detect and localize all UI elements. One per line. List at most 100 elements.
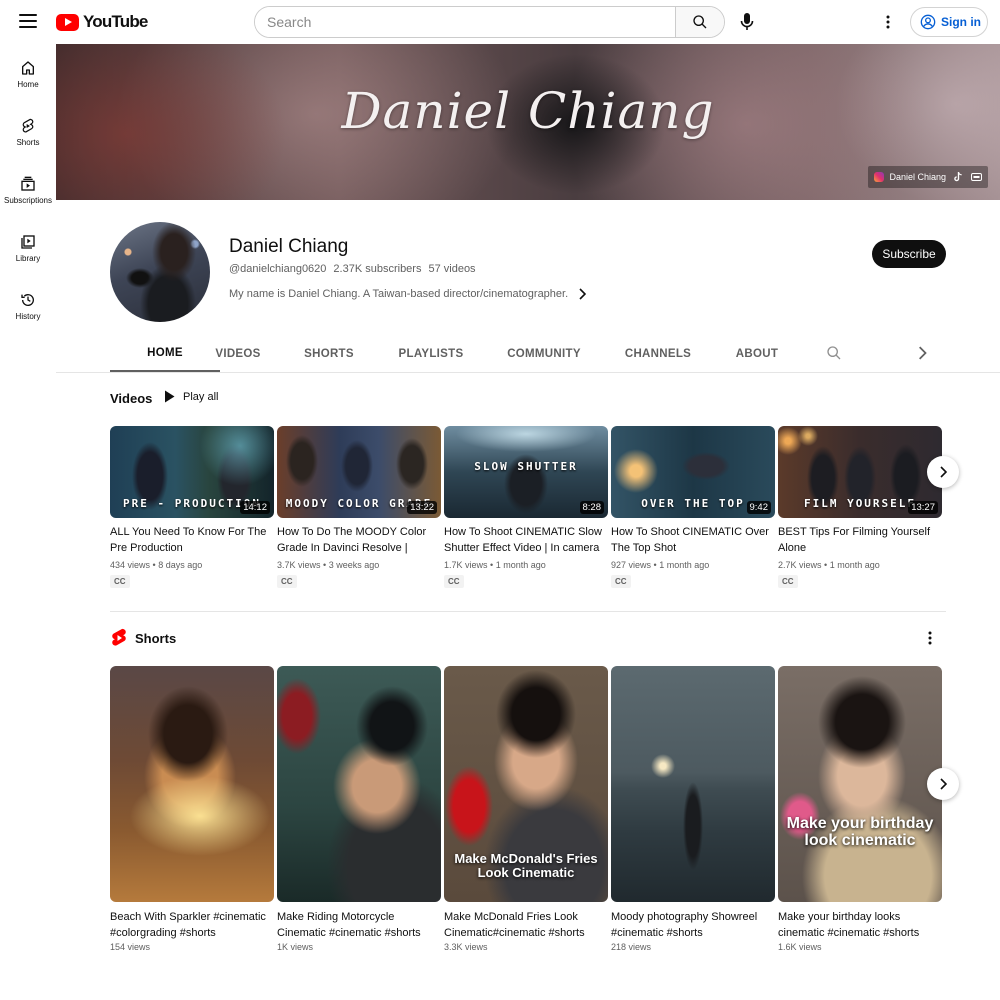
video-thumbnail[interactable]: FILM YOURSELF 13:27 <box>778 426 942 518</box>
video-title[interactable]: How To Shoot CINEMATIC Slow Shutter Effe… <box>444 524 608 556</box>
channel-handle: @danielchiang0620 <box>229 263 327 275</box>
short-overlay-text: Make your birthday look cinematic <box>786 815 934 849</box>
video-duration: 8:28 <box>579 501 604 514</box>
short-title[interactable]: Make McDonald Fries Look Cinematic#cinem… <box>444 909 608 941</box>
search-input[interactable] <box>255 7 675 37</box>
tab-channels[interactable]: CHANNELS <box>616 336 700 372</box>
youtube-logo[interactable]: YouTube <box>56 12 148 32</box>
video-meta: 1.7K views • 1 month ago <box>444 560 546 570</box>
short-card[interactable]: Moody photography Showreel #cinematic #s… <box>611 666 775 952</box>
video-card[interactable]: SLOW SHUTTER 8:28 How To Shoot CINEMATIC… <box>444 426 608 589</box>
video-card[interactable]: MOODY COLOR GRADE 13:22 How To Do The MO… <box>277 426 441 589</box>
short-card[interactable]: Make Riding Motorcycle Cinematic #cinema… <box>277 666 441 952</box>
shorts-section-header[interactable]: Shorts <box>110 628 176 648</box>
website-link[interactable] <box>971 173 982 181</box>
settings-menu-button[interactable] <box>878 12 898 32</box>
short-card[interactable]: Make McDonald's Fries Look Cinematic Mak… <box>444 666 608 952</box>
subscriber-count: 2.37K subscribers <box>333 263 422 275</box>
tabs-next-icon[interactable] <box>917 346 927 360</box>
sidebar-item-label: Subscriptions <box>3 196 53 205</box>
sign-in-label: Sign in <box>941 15 981 29</box>
video-views: 1.7K views <box>444 560 488 570</box>
video-age: 1 month ago <box>495 560 546 570</box>
shorts-menu-button[interactable] <box>920 628 940 648</box>
cc-badge: CC <box>444 575 464 588</box>
video-age: 3 weeks ago <box>328 560 380 570</box>
short-title[interactable]: Moody photography Showreel #cinematic #s… <box>611 909 775 941</box>
video-views: 927 views <box>611 560 652 570</box>
play-all-label: Play all <box>183 390 219 403</box>
video-title[interactable]: How To Shoot CINEMATIC Over The Top Shot <box>611 524 775 556</box>
short-views: 154 views <box>110 942 151 952</box>
play-icon <box>165 390 175 403</box>
shorts-logo-icon <box>112 628 126 646</box>
video-duration: 13:27 <box>908 501 938 514</box>
menu-icon[interactable] <box>19 14 37 28</box>
sidebar-item-library[interactable]: Library <box>0 218 56 270</box>
tab-playlists[interactable]: PLAYLISTS <box>386 336 476 372</box>
sidebar-item-subscriptions[interactable]: Subscriptions <box>0 160 56 212</box>
sidebar-item-shorts[interactable]: Shorts <box>0 102 56 154</box>
video-views: 2.7K views <box>778 560 822 570</box>
video-age: 8 days ago <box>158 560 203 570</box>
voice-search-button[interactable] <box>734 9 760 35</box>
tab-about[interactable]: ABOUT <box>726 336 788 372</box>
channel-description[interactable]: My name is Daniel Chiang. A Taiwan-based… <box>229 288 587 300</box>
instagram-link-label: Daniel Chiang <box>889 172 946 182</box>
videos-section-title[interactable]: Videos <box>110 391 152 406</box>
video-thumbnail[interactable]: SLOW SHUTTER 8:28 <box>444 426 608 518</box>
tab-community[interactable]: COMMUNITY <box>500 336 588 372</box>
tab-shorts[interactable]: SHORTS <box>286 336 372 372</box>
channel-banner: Daniel Chiang Daniel Chiang <box>56 44 1000 200</box>
instagram-link[interactable]: Daniel Chiang <box>874 172 946 182</box>
video-age: 1 month ago <box>829 560 880 570</box>
home-icon <box>22 61 34 75</box>
video-count: 57 videos <box>428 263 476 275</box>
short-thumbnail[interactable] <box>110 666 274 902</box>
play-all-button[interactable]: Play all <box>164 390 218 403</box>
short-thumbnail[interactable]: Make McDonald's Fries Look Cinematic <box>444 666 608 902</box>
short-card[interactable]: Beach With Sparkler #cinematic #colorgra… <box>110 666 274 952</box>
shorts-icon <box>22 118 34 133</box>
video-age: 1 month ago <box>659 560 710 570</box>
video-title[interactable]: ALL You Need To Know For The Pre Product… <box>110 524 274 556</box>
short-thumbnail[interactable]: Make your birthday look cinematic <box>778 666 942 902</box>
youtube-play-icon <box>56 13 79 31</box>
video-card[interactable]: OVER THE TOP 9:42 How To Shoot CINEMATIC… <box>611 426 775 589</box>
video-card[interactable]: PRE - PRODUCTION 14:12 ALL You Need To K… <box>110 426 274 589</box>
short-views: 1.6K views <box>778 942 822 952</box>
link-icon <box>971 173 982 181</box>
top-bar: YouTube Sign in <box>0 0 1000 44</box>
sign-in-button[interactable]: Sign in <box>910 7 988 37</box>
short-title[interactable]: Make your birthday looks cinematic #cine… <box>778 909 942 941</box>
video-title[interactable]: How To Do The MOODY Color Grade In Davin… <box>277 524 441 556</box>
video-duration: 13:22 <box>407 501 437 514</box>
more-vert-icon <box>886 15 890 29</box>
banner-links: Daniel Chiang <box>868 166 988 188</box>
video-meta: 434 views • 8 days ago <box>110 560 203 570</box>
tab-videos[interactable]: VIDEOS <box>196 336 280 372</box>
videos-next-button[interactable] <box>927 456 959 488</box>
search-button[interactable] <box>675 7 724 37</box>
cc-badge: CC <box>611 575 631 588</box>
short-thumbnail[interactable] <box>611 666 775 902</box>
channel-search-icon[interactable] <box>826 345 842 361</box>
video-views: 434 views <box>110 560 151 570</box>
sidebar-item-home[interactable]: Home <box>0 44 56 96</box>
video-thumbnail[interactable]: PRE - PRODUCTION 14:12 <box>110 426 274 518</box>
channel-avatar[interactable] <box>110 222 210 322</box>
short-title[interactable]: Make Riding Motorcycle Cinematic #cinema… <box>277 909 441 941</box>
sidebar-item-history[interactable]: History <box>0 276 56 328</box>
video-card[interactable]: FILM YOURSELF 13:27 BEST Tips For Filmin… <box>778 426 942 589</box>
short-card[interactable]: Make your birthday look cinematic Make y… <box>778 666 942 952</box>
short-title[interactable]: Beach With Sparkler #cinematic #colorgra… <box>110 909 274 941</box>
video-title[interactable]: BEST Tips For Filming Yourself Alone <box>778 524 942 556</box>
video-thumbnail[interactable]: OVER THE TOP 9:42 <box>611 426 775 518</box>
video-duration: 14:12 <box>240 501 270 514</box>
video-thumbnail[interactable]: MOODY COLOR GRADE 13:22 <box>277 426 441 518</box>
short-thumbnail[interactable] <box>277 666 441 902</box>
tiktok-link[interactable] <box>954 172 963 182</box>
shorts-next-button[interactable] <box>927 768 959 800</box>
subscribe-button[interactable]: Subscribe <box>872 240 946 268</box>
channel-tabs: HOME VIDEOS SHORTS PLAYLISTS COMMUNITY C… <box>56 336 1000 373</box>
